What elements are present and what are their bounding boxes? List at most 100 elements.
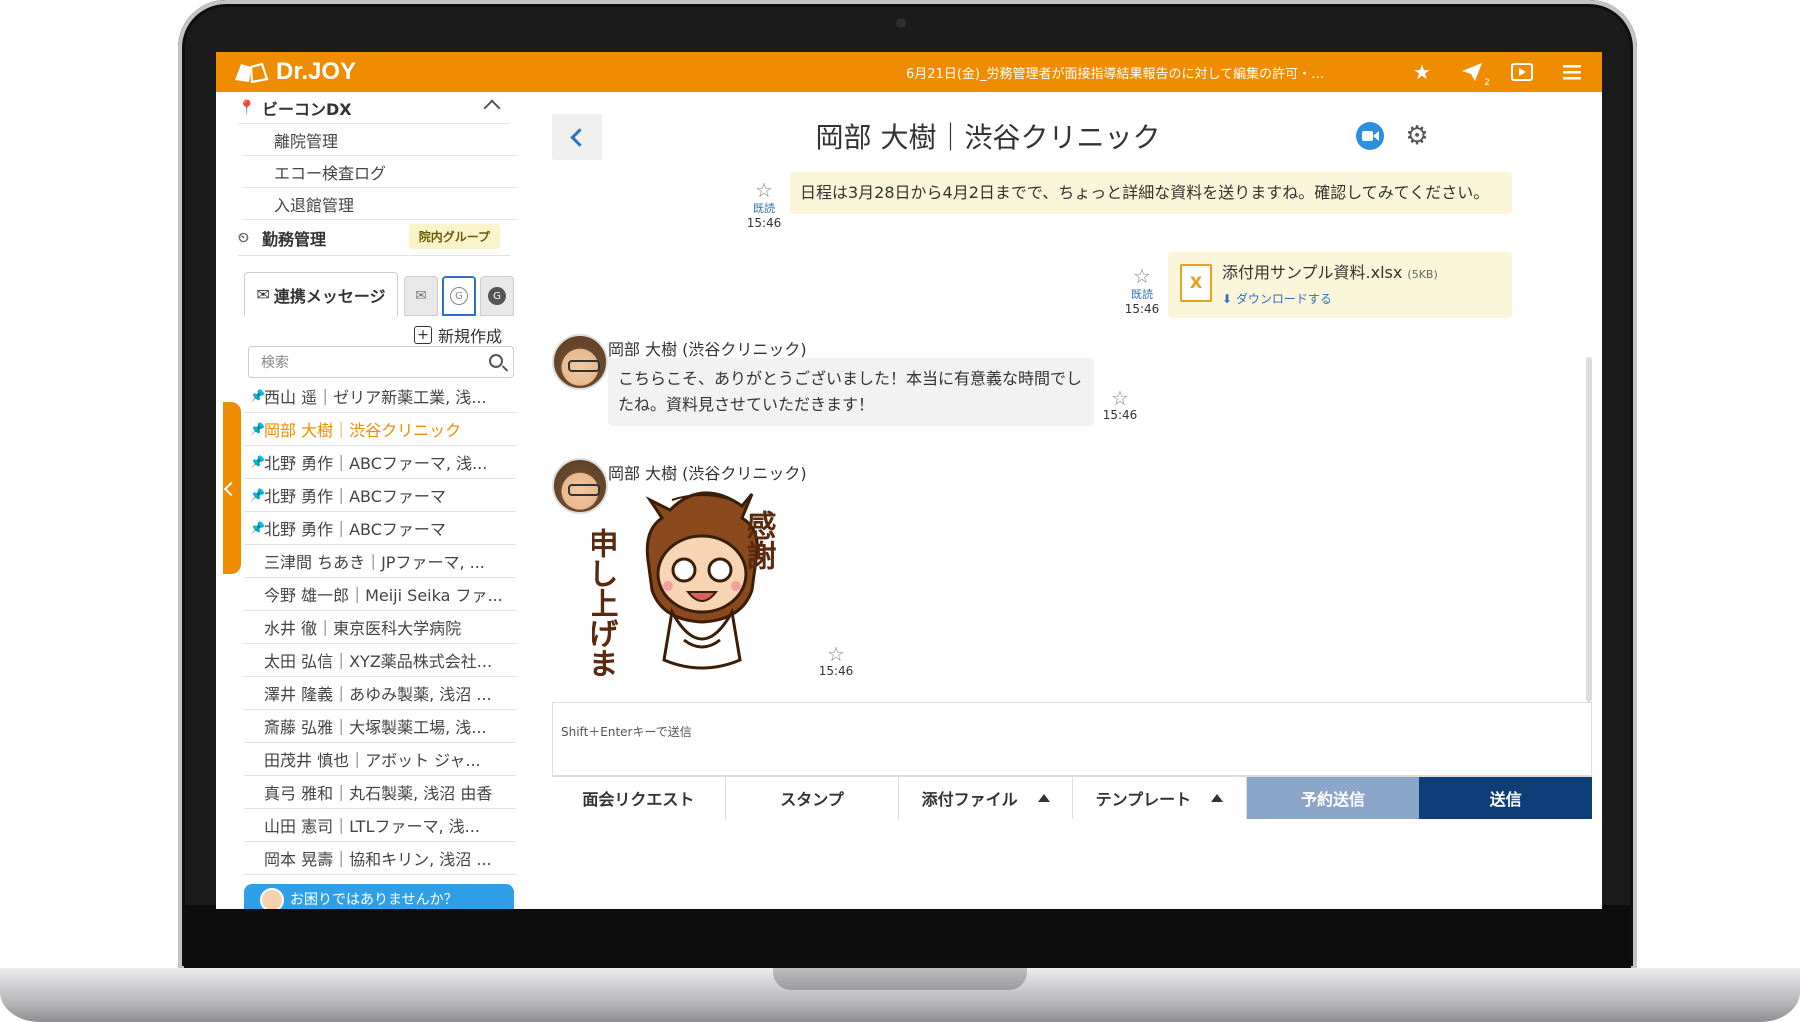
star-outline-icon[interactable]: ☆: [746, 180, 782, 200]
back-button[interactable]: [552, 114, 602, 160]
excel-file-icon: X: [1180, 264, 1212, 302]
star-outline-icon[interactable]: ☆: [1124, 266, 1160, 286]
template-button[interactable]: テンプレート: [1073, 777, 1247, 819]
new-create-label: 新規作成: [438, 327, 503, 346]
conversation-item[interactable]: 太田 弘信｜XYZ薬品株式会社...: [244, 644, 516, 677]
conversation-label: 斎藤 弘雅｜大塚製薬工場, 浅...: [264, 718, 487, 737]
conversation-list: 📌 西山 遥｜ゼリア新薬工業, 浅... 📌 岡部 大樹｜渋谷クリニック 📌 北野 勇作｜…: [244, 380, 516, 875]
file-size: (5KB): [1407, 268, 1438, 281]
message-meta: ☆ 15:46: [818, 644, 854, 678]
download-link[interactable]: ⬇ ダウンロードする: [1222, 286, 1332, 312]
file-attachment[interactable]: X 添付用サンプル資料.xlsx (5KB) ⬇ ダウンロードする: [1168, 252, 1512, 318]
conversation-item[interactable]: 澤井 隆義｜あゆみ製薬, 浅沼 ...: [244, 677, 516, 710]
conversation-label: 岡部 大樹｜渋谷クリニック: [264, 421, 462, 440]
envelope-outline-icon: ✉: [415, 288, 427, 304]
conversation-item[interactable]: 📌 岡部 大樹｜渋谷クリニック: [244, 413, 516, 446]
conversation-item[interactable]: 三津間 ちあき｜JPファーマ, ...: [244, 545, 516, 578]
attach-file-button[interactable]: 添付ファイル: [899, 777, 1074, 819]
tab-group[interactable]: G: [442, 276, 476, 316]
search-placeholder: 検索: [261, 355, 289, 371]
sidebar-item-leave[interactable]: 離院管理: [244, 124, 516, 156]
video-call-icon[interactable]: [1356, 122, 1384, 150]
stamp-button[interactable]: スタンプ: [725, 777, 900, 819]
chat-title: 岡部 大樹｜渋谷クリニック: [815, 121, 1161, 154]
star-outline-icon[interactable]: ☆: [1102, 388, 1138, 408]
conversation-label: 岡本 晃壽｜協和キリン, 浅沼 ...: [264, 850, 492, 869]
chevron-up-icon[interactable]: [483, 99, 501, 117]
laptop-notch: [773, 968, 1027, 990]
conversation-item[interactable]: 📌 西山 遥｜ゼリア新薬工業, 浅...: [244, 380, 516, 413]
scheduled-send-button[interactable]: 予約送信: [1246, 777, 1420, 819]
help-bar[interactable]: お困りではありませんか？: [244, 884, 514, 909]
envelope-icon: ✉: [256, 285, 270, 304]
chat-scrollbar[interactable]: [1586, 357, 1592, 702]
message-bubble: こちらこそ、ありがとうございました！本当に有意義な時間でしたね。資料見させていた…: [608, 358, 1094, 426]
group-badge[interactable]: 院内グループ: [408, 224, 500, 249]
menu-icon[interactable]: [1560, 60, 1584, 84]
message-meta: ☆ 既読 15:46: [746, 180, 782, 230]
sidebar: 📍 ビーコンDX 離院管理 エコー検査ログ 入退館管理 ⏲ 勤務管理 院内グルー…: [216, 92, 518, 909]
conversation-item[interactable]: 📌 北野 勇作｜ABCファーマ: [244, 512, 516, 545]
tab-message[interactable]: ✉ 連携メッセージ: [244, 272, 398, 316]
thanks-stamp[interactable]: 申し上げます 感謝: [592, 470, 812, 680]
send-button[interactable]: 送信: [1419, 777, 1593, 819]
group-g-icon: G: [450, 287, 468, 305]
sidebar-collapse-handle[interactable]: [223, 402, 241, 574]
sender-name: 岡部 大樹 (渋谷クリニック): [608, 340, 807, 359]
message-input[interactable]: Shift＋Enterキーで送信: [552, 702, 1592, 776]
star-icon[interactable]: ★: [1410, 60, 1434, 84]
read-status: 既読: [1131, 288, 1153, 301]
conversation-item[interactable]: 山田 憲司｜LTLファーマ, 浅...: [244, 809, 516, 842]
star-outline-icon[interactable]: ☆: [818, 644, 854, 664]
conversation-item[interactable]: 📌 北野 勇作｜ABCファーマ: [244, 479, 516, 512]
message-meta: ☆ 既読 15:46: [1124, 266, 1160, 316]
conversation-item[interactable]: 田茂井 慎也｜アボット ジャ...: [244, 743, 516, 776]
pin-icon: 📌: [250, 422, 265, 436]
sidebar-item-echo-log[interactable]: エコー検査ログ: [244, 156, 516, 188]
pin-icon: 📌: [250, 488, 265, 502]
avatar[interactable]: [552, 334, 608, 390]
message-meta: ☆ 15:46: [1102, 388, 1138, 422]
conversation-label: 水井 徹｜東京医科大学病院: [264, 619, 462, 638]
caret-up-icon: [1211, 794, 1224, 802]
sidebar-section-work[interactable]: ⏲ 勤務管理 院内グループ: [238, 220, 510, 256]
message-time: 15:46: [1102, 408, 1138, 422]
file-name-text: 添付用サンプル資料.xlsx: [1222, 263, 1403, 282]
conversation-label: 田茂井 慎也｜アボット ジャ...: [264, 751, 481, 770]
sidebar-section-beacon[interactable]: 📍 ビーコンDX: [238, 92, 510, 124]
conversation-item[interactable]: 📌 北野 勇作｜ABCファーマ, 浅...: [244, 446, 516, 479]
conversation-label: 西山 遥｜ゼリア新薬工業, 浅...: [264, 388, 487, 407]
chat-panel: 岡部 大樹｜渋谷クリニック ⚙ ☆ 既読 15:46 日程は3月28日から4月2…: [518, 92, 1602, 909]
conversation-label: 澤井 隆義｜あゆみ製薬, 浅沼 ...: [264, 685, 492, 704]
laptop-bezel-bottom: [184, 905, 1631, 968]
top-bar: Dr.JOY 6月21日(金)_労務管理者が面接指導結果報告のに対して編集の許可…: [216, 52, 1602, 92]
conversation-item[interactable]: 斎藤 弘雅｜大塚製薬工場, 浅...: [244, 710, 516, 743]
play-icon[interactable]: [1510, 60, 1534, 84]
attach-label: 添付ファイル: [921, 790, 1018, 809]
conversation-item[interactable]: 今野 雄一郎｜Meiji Seika ファ...: [244, 578, 516, 611]
conversation-item[interactable]: 岡本 晃壽｜協和キリン, 浅沼 ...: [244, 842, 516, 875]
pin-icon: 📌: [250, 521, 265, 535]
gear-icon[interactable]: ⚙: [1403, 122, 1431, 150]
search-input[interactable]: 検索: [248, 346, 514, 378]
file-name[interactable]: 添付用サンプル資料.xlsx (5KB): [1222, 260, 1438, 288]
pin-icon: 📌: [250, 389, 265, 403]
action-bar: 面会リクエスト スタンプ 添付ファイル テンプレート 予約送信 送信: [552, 776, 1593, 819]
sidebar-section-label: ビーコンDX: [262, 99, 352, 119]
app-screen: Dr.JOY 6月21日(金)_労務管理者が面接指導結果報告のに対して編集の許可…: [216, 52, 1602, 909]
conversation-label: 今野 雄一郎｜Meiji Seika ファ...: [264, 586, 503, 605]
notice-ticker[interactable]: 6月21日(金)_労務管理者が面接指導結果報告のに対して編集の許可・不...: [906, 63, 1326, 82]
send-plane-icon[interactable]: 2: [1460, 60, 1490, 88]
stamp-text-thanks: 感謝: [741, 510, 777, 570]
message-time: 15:46: [1124, 302, 1160, 316]
tab-group-dark[interactable]: G: [480, 276, 514, 316]
tab-mail[interactable]: ✉: [404, 276, 438, 316]
conversation-item[interactable]: 真弓 雅和｜丸石製薬, 浅沼 由香: [244, 776, 516, 809]
clock-icon: ⏲: [238, 229, 249, 246]
sidebar-item-entry-exit[interactable]: 入退館管理: [244, 188, 516, 220]
meeting-request-button[interactable]: 面会リクエスト: [552, 777, 726, 819]
logo[interactable]: Dr.JOY: [232, 58, 356, 86]
conversation-item[interactable]: 水井 徹｜東京医科大学病院: [244, 611, 516, 644]
book-logo-icon: [235, 62, 269, 83]
search-icon[interactable]: [489, 354, 503, 368]
